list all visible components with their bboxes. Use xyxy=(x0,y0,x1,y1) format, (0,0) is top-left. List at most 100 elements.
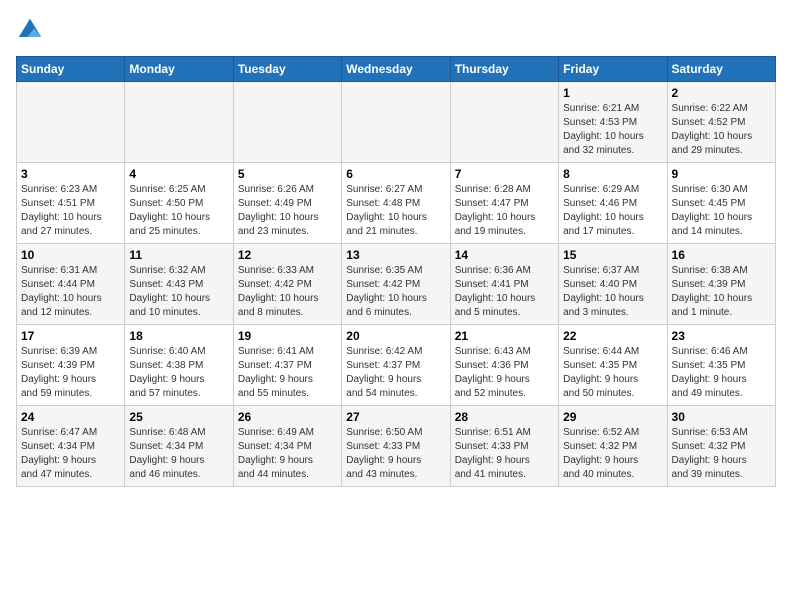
calendar-cell: 18 Sunrise: 6:40 AM Sunset: 4:38 PM Dayli… xyxy=(125,325,233,406)
day-number: 2 xyxy=(672,86,771,100)
day-info: Sunrise: 6:41 AM Sunset: 4:37 PM Dayligh… xyxy=(238,345,337,401)
day-info: Sunrise: 6:36 AM Sunset: 4:41 PM Dayligh… xyxy=(455,264,554,320)
calendar-cell: 2 Sunrise: 6:22 AM Sunset: 4:52 PM Daylig… xyxy=(667,82,775,163)
calendar-week-2: 10Sunrise: 6:31 AM Sunset: 4:44 PM Dayli… xyxy=(17,244,776,325)
day-number: 23 xyxy=(672,329,771,343)
weekday-header-monday: Monday xyxy=(125,57,233,82)
calendar-cell: 22Sunrise: 6:44 AM Sunset: 4:35 PM Dayli… xyxy=(559,325,667,406)
day-number: 29 xyxy=(563,410,662,424)
day-info: Sunrise: 6:38 AM Sunset: 4:39 PM Dayligh… xyxy=(672,264,771,320)
day-number: 30 xyxy=(672,410,771,424)
day-number: 10 xyxy=(21,248,120,262)
day-info: Sunrise: 6:28 AM Sunset: 4:47 PM Dayligh… xyxy=(455,183,554,239)
weekday-header-saturday: Saturday xyxy=(667,57,775,82)
calendar-cell xyxy=(450,82,558,163)
day-info: Sunrise: 6:22 AM Sunset: 4:52 PM Dayligh… xyxy=(672,102,771,158)
weekday-row: SundayMondayTuesdayWednesdayThursdayFrid… xyxy=(17,57,776,82)
day-number: 8 xyxy=(563,167,662,181)
calendar-week-1: 3 Sunrise: 6:23 AM Sunset: 4:51 PM Daylig… xyxy=(17,163,776,244)
calendar-cell xyxy=(233,82,341,163)
day-number: 27 xyxy=(346,410,445,424)
day-info: Sunrise: 6:32 AM Sunset: 4:43 PM Dayligh… xyxy=(129,264,228,320)
day-number: 24 xyxy=(21,410,120,424)
day-number: 12 xyxy=(238,248,337,262)
calendar-cell: 25 Sunrise: 6:48 AM Sunset: 4:34 PM Dayli… xyxy=(125,406,233,487)
day-number: 5 xyxy=(238,167,337,181)
day-info: Sunrise: 6:51 AM Sunset: 4:33 PM Dayligh… xyxy=(455,426,554,482)
day-info: Sunrise: 6:26 AM Sunset: 4:49 PM Dayligh… xyxy=(238,183,337,239)
day-info: Sunrise: 6:53 AM Sunset: 4:32 PM Dayligh… xyxy=(672,426,771,482)
day-number: 18 xyxy=(129,329,228,343)
calendar-week-0: 1Sunrise: 6:21 AM Sunset: 4:53 PM Daylig… xyxy=(17,82,776,163)
day-number: 4 xyxy=(129,167,228,181)
day-info: Sunrise: 6:49 AM Sunset: 4:34 PM Dayligh… xyxy=(238,426,337,482)
day-info: Sunrise: 6:29 AM Sunset: 4:46 PM Dayligh… xyxy=(563,183,662,239)
calendar-cell: 27 Sunrise: 6:50 AM Sunset: 4:33 PM Dayli… xyxy=(342,406,450,487)
day-info: Sunrise: 6:30 AM Sunset: 4:45 PM Dayligh… xyxy=(672,183,771,239)
calendar-cell: 9Sunrise: 6:30 AM Sunset: 4:45 PM Daylig… xyxy=(667,163,775,244)
day-number: 15 xyxy=(563,248,662,262)
day-number: 7 xyxy=(455,167,554,181)
day-info: Sunrise: 6:52 AM Sunset: 4:32 PM Dayligh… xyxy=(563,426,662,482)
day-info: Sunrise: 6:27 AM Sunset: 4:48 PM Dayligh… xyxy=(346,183,445,239)
weekday-header-tuesday: Tuesday xyxy=(233,57,341,82)
logo-icon xyxy=(16,16,44,44)
calendar-cell xyxy=(125,82,233,163)
day-info: Sunrise: 6:42 AM Sunset: 4:37 PM Dayligh… xyxy=(346,345,445,401)
calendar-cell: 13Sunrise: 6:35 AM Sunset: 4:42 PM Dayli… xyxy=(342,244,450,325)
calendar-cell: 30 Sunrise: 6:53 AM Sunset: 4:32 PM Dayli… xyxy=(667,406,775,487)
day-number: 6 xyxy=(346,167,445,181)
calendar-cell: 16 Sunrise: 6:38 AM Sunset: 4:39 PM Dayli… xyxy=(667,244,775,325)
calendar-cell: 7 Sunrise: 6:28 AM Sunset: 4:47 PM Daylig… xyxy=(450,163,558,244)
calendar-cell: 1Sunrise: 6:21 AM Sunset: 4:53 PM Daylig… xyxy=(559,82,667,163)
day-info: Sunrise: 6:47 AM Sunset: 4:34 PM Dayligh… xyxy=(21,426,120,482)
day-number: 3 xyxy=(21,167,120,181)
calendar-cell: 3 Sunrise: 6:23 AM Sunset: 4:51 PM Daylig… xyxy=(17,163,125,244)
day-info: Sunrise: 6:46 AM Sunset: 4:35 PM Dayligh… xyxy=(672,345,771,401)
day-info: Sunrise: 6:33 AM Sunset: 4:42 PM Dayligh… xyxy=(238,264,337,320)
weekday-header-thursday: Thursday xyxy=(450,57,558,82)
calendar-cell: 29 Sunrise: 6:52 AM Sunset: 4:32 PM Dayli… xyxy=(559,406,667,487)
day-info: Sunrise: 6:23 AM Sunset: 4:51 PM Dayligh… xyxy=(21,183,120,239)
calendar-cell: 12 Sunrise: 6:33 AM Sunset: 4:42 PM Dayli… xyxy=(233,244,341,325)
calendar-table: SundayMondayTuesdayWednesdayThursdayFrid… xyxy=(16,56,776,487)
day-info: Sunrise: 6:44 AM Sunset: 4:35 PM Dayligh… xyxy=(563,345,662,401)
weekday-header-wednesday: Wednesday xyxy=(342,57,450,82)
day-info: Sunrise: 6:50 AM Sunset: 4:33 PM Dayligh… xyxy=(346,426,445,482)
day-number: 26 xyxy=(238,410,337,424)
calendar-cell: 23 Sunrise: 6:46 AM Sunset: 4:35 PM Dayli… xyxy=(667,325,775,406)
calendar-cell: 11 Sunrise: 6:32 AM Sunset: 4:43 PM Dayli… xyxy=(125,244,233,325)
day-number: 14 xyxy=(455,248,554,262)
calendar-cell: 28 Sunrise: 6:51 AM Sunset: 4:33 PM Dayli… xyxy=(450,406,558,487)
day-number: 16 xyxy=(672,248,771,262)
calendar-header: SundayMondayTuesdayWednesdayThursdayFrid… xyxy=(17,57,776,82)
day-number: 25 xyxy=(129,410,228,424)
calendar-cell: 15 Sunrise: 6:37 AM Sunset: 4:40 PM Dayli… xyxy=(559,244,667,325)
calendar-cell: 21Sunrise: 6:43 AM Sunset: 4:36 PM Dayli… xyxy=(450,325,558,406)
calendar-cell: 17 Sunrise: 6:39 AM Sunset: 4:39 PM Dayli… xyxy=(17,325,125,406)
calendar-cell: 26 Sunrise: 6:49 AM Sunset: 4:34 PM Dayli… xyxy=(233,406,341,487)
weekday-header-sunday: Sunday xyxy=(17,57,125,82)
calendar-cell: 24 Sunrise: 6:47 AM Sunset: 4:34 PM Dayli… xyxy=(17,406,125,487)
day-info: Sunrise: 6:48 AM Sunset: 4:34 PM Dayligh… xyxy=(129,426,228,482)
day-number: 20 xyxy=(346,329,445,343)
day-info: Sunrise: 6:25 AM Sunset: 4:50 PM Dayligh… xyxy=(129,183,228,239)
calendar-cell: 6 Sunrise: 6:27 AM Sunset: 4:48 PM Daylig… xyxy=(342,163,450,244)
day-number: 1 xyxy=(563,86,662,100)
calendar-cell xyxy=(342,82,450,163)
calendar-cell xyxy=(17,82,125,163)
page-header xyxy=(16,16,776,44)
calendar-cell: 10Sunrise: 6:31 AM Sunset: 4:44 PM Dayli… xyxy=(17,244,125,325)
day-number: 17 xyxy=(21,329,120,343)
day-number: 13 xyxy=(346,248,445,262)
day-info: Sunrise: 6:40 AM Sunset: 4:38 PM Dayligh… xyxy=(129,345,228,401)
day-number: 19 xyxy=(238,329,337,343)
day-info: Sunrise: 6:39 AM Sunset: 4:39 PM Dayligh… xyxy=(21,345,120,401)
day-info: Sunrise: 6:37 AM Sunset: 4:40 PM Dayligh… xyxy=(563,264,662,320)
calendar-week-3: 17 Sunrise: 6:39 AM Sunset: 4:39 PM Dayli… xyxy=(17,325,776,406)
day-info: Sunrise: 6:43 AM Sunset: 4:36 PM Dayligh… xyxy=(455,345,554,401)
calendar-cell: 20 Sunrise: 6:42 AM Sunset: 4:37 PM Dayli… xyxy=(342,325,450,406)
day-number: 28 xyxy=(455,410,554,424)
calendar-cell: 4 Sunrise: 6:25 AM Sunset: 4:50 PM Daylig… xyxy=(125,163,233,244)
day-number: 11 xyxy=(129,248,228,262)
